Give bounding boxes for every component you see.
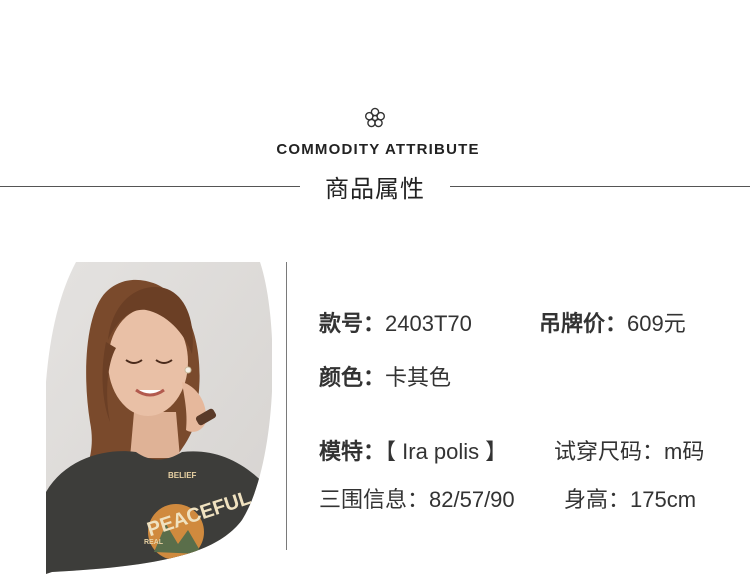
divider-line [286,262,287,550]
shirt-print-line1: BELIEF [168,471,197,480]
attr-measurements: 三围信息：82/57/90 [305,458,515,515]
flower-icon [365,107,386,128]
section-title-cn: 商品属性 [325,175,425,203]
model-photo: BELIEF PEACEFUL REAL [46,262,272,574]
height-label: 身高： [564,487,631,512]
height-value: 175cm [630,487,697,512]
attr-tag-price: 吊牌价：609元 [525,282,686,339]
shirt-print-line3: REAL [144,539,164,546]
measurements-label: 三围信息： [319,487,430,512]
style-number-label: 款号： [319,312,386,337]
color-value: 卡其色 [385,365,452,390]
tag-price-value: 609元 [627,311,686,336]
color-label: 颜色： [319,366,386,391]
attr-color: 颜色：卡其色 [305,336,451,393]
title-rule-right [450,186,750,187]
section-title-en: COMMODITY ATTRIBUTE [276,141,480,158]
measurements-value: 82/57/90 [429,487,515,512]
tag-price-label: 吊牌价： [539,312,628,337]
style-number-value: 2403T70 [385,311,472,336]
attr-style-number: 款号：2403T70 [305,282,472,339]
title-rule-left [0,186,300,187]
attr-height: 身高：175cm [550,458,696,515]
